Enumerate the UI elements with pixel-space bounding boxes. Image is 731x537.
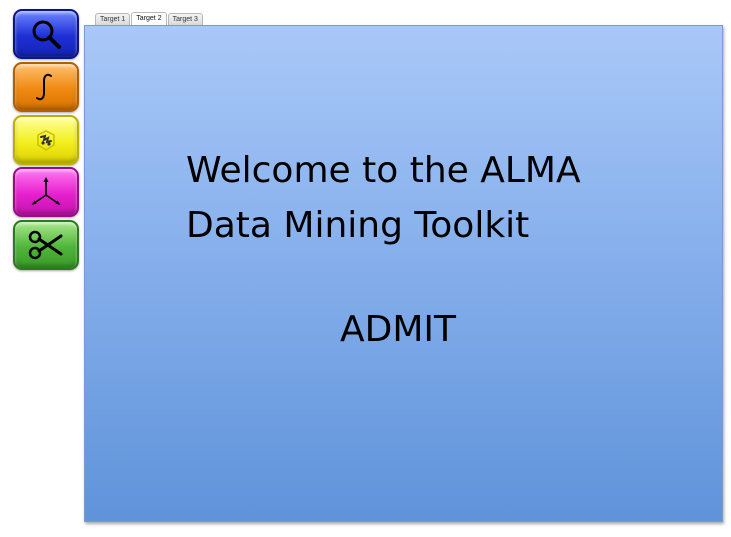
- admit-window: Target 1 Target 2 Target 3 Welcome to th…: [0, 0, 731, 537]
- welcome-title: Welcome to the ALMA Data Mining Toolkit: [186, 143, 581, 253]
- welcome-line-1: Welcome to the ALMA: [186, 150, 581, 191]
- tab-target-2[interactable]: Target 2: [131, 12, 167, 26]
- welcome-line-2: Data Mining Toolkit: [186, 205, 530, 246]
- axes-tool-button[interactable]: [13, 167, 79, 217]
- magnifier-icon: [32, 20, 61, 49]
- integral-icon: [36, 73, 52, 101]
- scissors-icon: [28, 230, 63, 260]
- axes-icon: [31, 177, 61, 205]
- admit-acronym: ADMIT: [340, 309, 457, 350]
- search-tool-button[interactable]: [13, 9, 79, 59]
- moment-map-icon: [37, 130, 55, 151]
- tool-palette: [13, 9, 81, 271]
- integral-tool-button[interactable]: [13, 62, 79, 112]
- cut-tool-button[interactable]: [13, 220, 79, 270]
- welcome-panel: Welcome to the ALMA Data Mining Toolkit …: [84, 25, 723, 522]
- moment-tool-button[interactable]: [13, 115, 79, 165]
